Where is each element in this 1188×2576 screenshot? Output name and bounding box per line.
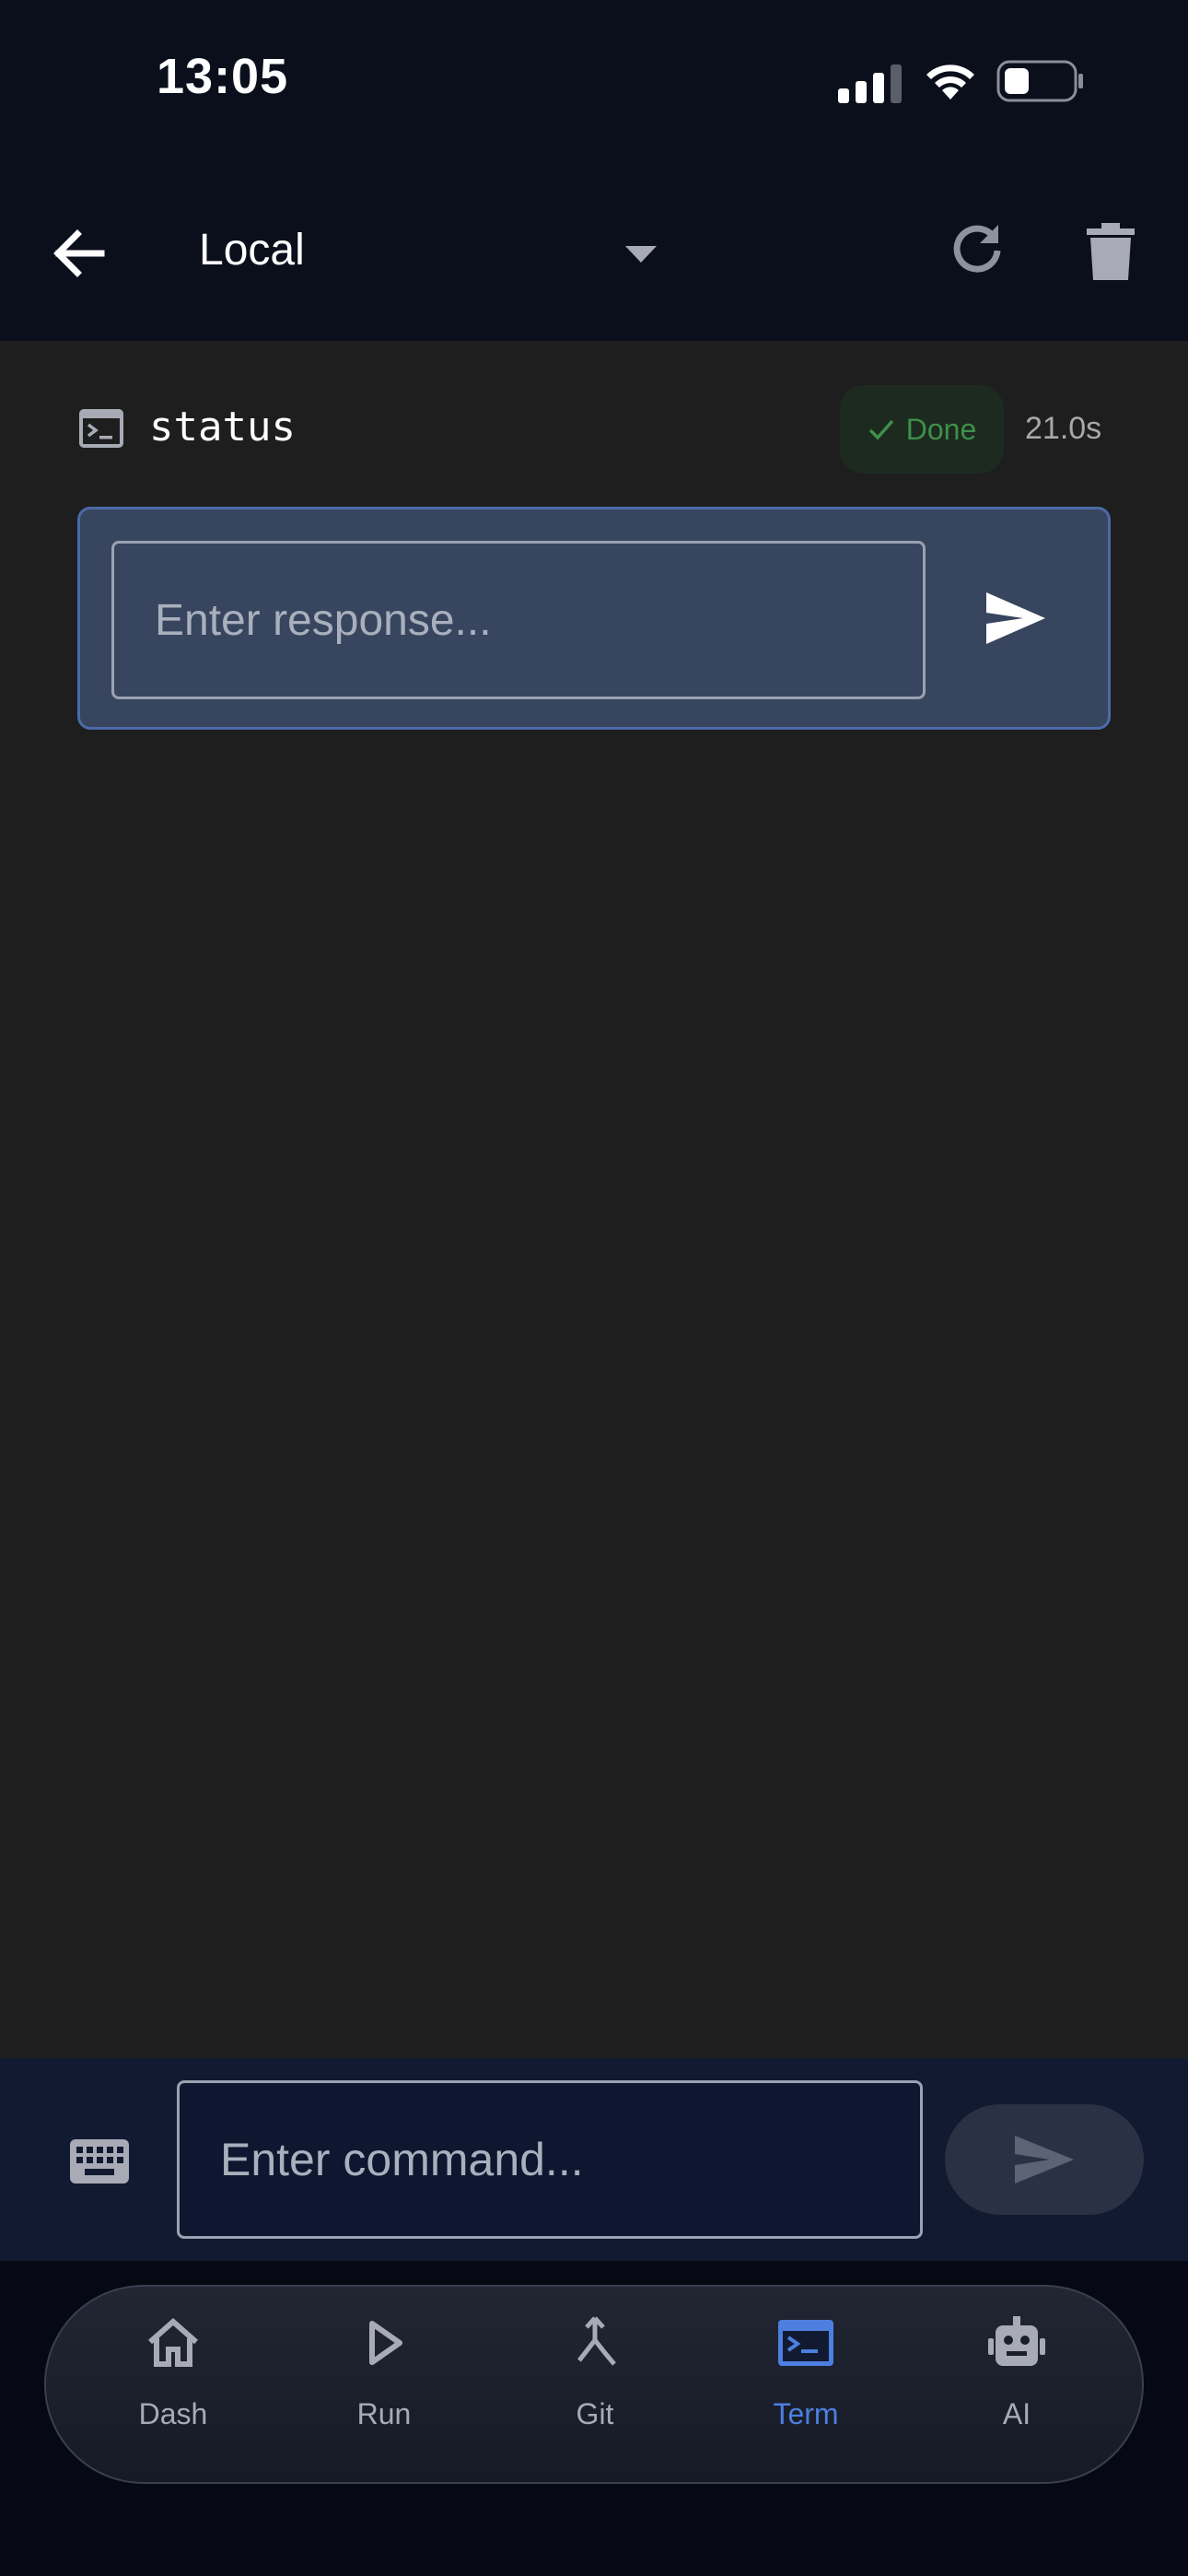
keyboard-icon[interactable] xyxy=(70,2139,129,2184)
nav-item-term[interactable]: Term xyxy=(723,2313,889,2460)
command-name: status xyxy=(149,404,296,451)
signal-icon xyxy=(838,64,902,103)
response-input[interactable] xyxy=(111,541,926,699)
wifi-icon xyxy=(926,64,974,100)
play-icon xyxy=(369,2321,402,2365)
nav-item-run[interactable]: Run xyxy=(301,2313,467,2460)
status-bar: 13:05 xyxy=(0,0,1188,175)
refresh-icon[interactable] xyxy=(949,219,1006,276)
nav-item-git[interactable]: Git xyxy=(512,2313,678,2460)
command-input[interactable] xyxy=(177,2080,923,2239)
command-bar xyxy=(0,2058,1188,2261)
bottom-area: Dash Run Git Term AI xyxy=(0,2261,1188,2576)
terminal-output: status Done 21.0s xyxy=(0,341,1188,2058)
nav-label: Git xyxy=(576,2397,614,2430)
status-badge-label: Done xyxy=(905,412,977,446)
send-icon[interactable] xyxy=(983,585,1049,651)
battery-icon xyxy=(996,60,1083,102)
status-badge: Done xyxy=(840,385,1004,474)
command-send-button[interactable] xyxy=(945,2104,1144,2215)
page-title[interactable]: Local xyxy=(199,225,305,275)
app-bar: Local xyxy=(0,175,1188,341)
nav-label: Term xyxy=(773,2397,839,2430)
command-duration: 21.0s xyxy=(1025,411,1102,446)
back-arrow-icon[interactable] xyxy=(46,221,111,286)
terminal-icon xyxy=(778,2320,833,2366)
screen: 13:05 Local status Done 21.0s Enter resp… xyxy=(0,0,1188,2576)
response-card xyxy=(77,507,1111,730)
nav-label: Run xyxy=(356,2397,412,2430)
home-icon xyxy=(148,2318,198,2367)
robot-icon xyxy=(988,2316,1045,2366)
check-icon xyxy=(868,419,894,440)
send-icon xyxy=(1015,2136,1074,2184)
nav-item-dash[interactable]: Dash xyxy=(90,2313,256,2460)
nav-label: Dash xyxy=(138,2397,208,2430)
dropdown-arrow-icon[interactable] xyxy=(623,243,659,265)
trash-icon[interactable] xyxy=(1085,223,1136,280)
terminal-icon xyxy=(79,409,123,448)
status-time: 13:05 xyxy=(157,49,289,104)
nav-item-ai[interactable]: AI xyxy=(934,2313,1100,2460)
merge-icon xyxy=(577,2316,616,2366)
bottom-nav: Dash Run Git Term AI xyxy=(44,2285,1144,2484)
nav-label: AI xyxy=(1002,2397,1031,2430)
